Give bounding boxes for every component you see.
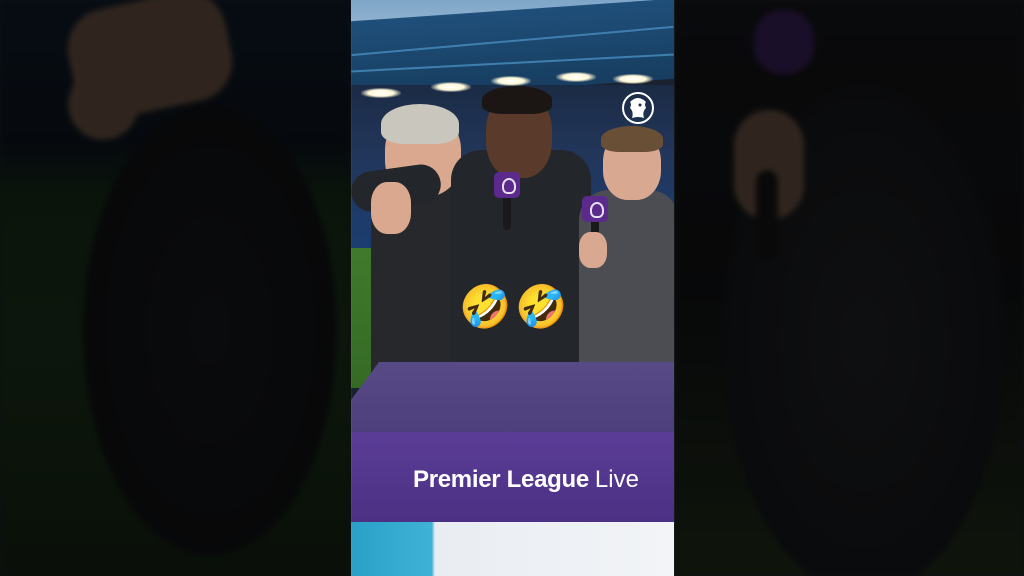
rofl-emoji-1: 🤣 <box>459 282 512 331</box>
desk-base <box>351 522 674 576</box>
video-stage: 🤣 🤣 Premier League Live <box>0 0 1024 576</box>
desk-brand-name: Premier League <box>413 466 589 493</box>
desk-brand-accent: Live <box>594 466 639 493</box>
blurred-background-left <box>0 0 351 576</box>
mic-cube-icon <box>582 196 608 222</box>
premier-league-lion-icon <box>620 90 656 126</box>
presenter-desk-top <box>351 362 674 432</box>
desk-branding: Premier League Live <box>413 466 639 494</box>
video-frame: 🤣 🤣 Premier League Live <box>351 0 674 576</box>
blurred-background-right <box>674 0 1024 576</box>
rofl-emoji-2: 🤣 <box>515 282 568 331</box>
mic-cube-icon <box>494 172 520 198</box>
